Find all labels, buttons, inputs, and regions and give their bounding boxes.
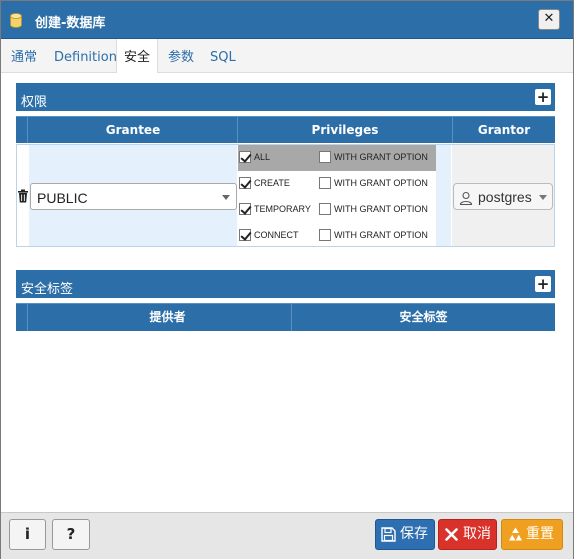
privilege-label: TEMPORARY — [254, 204, 311, 214]
chevron-down-icon — [539, 195, 547, 200]
privilege-label: CONNECT — [254, 230, 299, 240]
privileges-panel-title: 权限 — [21, 95, 48, 110]
create-database-dialog: 创建-数据库 ✕ 通常 Definition 安全 参数 SQL 权限 + Gr… — [0, 0, 574, 559]
tab-security[interactable]: 安全 — [116, 39, 158, 73]
grantee-select[interactable]: PUBLIC — [30, 183, 237, 210]
grant-option-checkbox-connect[interactable] — [319, 229, 331, 241]
grant-option-label: WITH GRANT OPTION — [334, 152, 428, 162]
dialog-title: 创建-数据库 — [35, 16, 106, 31]
grant-option-label: WITH GRANT OPTION — [334, 230, 428, 240]
grant-option-checkbox-temporary[interactable] — [319, 203, 331, 215]
privilege-checkbox-connect[interactable] — [239, 229, 251, 241]
cancel-button[interactable]: 取消 — [438, 519, 497, 550]
add-privilege-button[interactable]: + — [535, 89, 551, 105]
grantor-select[interactable]: postgres — [453, 183, 553, 210]
security-labels-panel-header: 安全标签 + — [16, 270, 555, 298]
database-icon — [10, 13, 22, 28]
cancel-label: 取消 — [463, 526, 491, 542]
privilege-checkbox-create[interactable] — [239, 177, 251, 189]
recycle-icon — [509, 527, 522, 541]
tab-definition[interactable]: Definition — [54, 39, 117, 72]
privileges-cell-edge — [436, 145, 451, 246]
column-header-security-label[interactable]: 安全标签 — [291, 304, 555, 331]
privilege-label: ALL — [254, 152, 271, 162]
user-icon — [459, 191, 473, 205]
save-button[interactable]: 保存 — [375, 519, 435, 550]
tab-general[interactable]: 通常 — [11, 39, 37, 72]
column-header-provider[interactable]: 提供者 — [27, 304, 307, 331]
tab-parameters[interactable]: 参数 — [168, 39, 194, 72]
privilege-option-temporary[interactable]: TEMPORARY WITH GRANT OPTION — [238, 197, 436, 223]
privilege-checkbox-temporary[interactable] — [239, 203, 251, 215]
info-button[interactable]: i — [9, 519, 46, 550]
tab-sql[interactable]: SQL — [210, 39, 236, 72]
privileges-grid-header: Grantee Privileges Grantor — [16, 116, 555, 143]
grant-option-label: WITH GRANT OPTION — [334, 178, 428, 188]
dialog-footer: i ? 保存 取消 重置 — [1, 512, 573, 559]
privilege-option-connect[interactable]: CONNECT WITH GRANT OPTION — [238, 223, 436, 249]
column-header-privileges[interactable]: Privileges — [237, 117, 452, 143]
privilege-label: CREATE — [254, 178, 290, 188]
save-icon — [381, 527, 396, 542]
security-labels-grid-header: 提供者 安全标签 — [16, 303, 555, 331]
close-button[interactable]: ✕ — [538, 9, 560, 30]
help-button[interactable]: ? — [52, 519, 90, 550]
grant-option-checkbox-create[interactable] — [319, 177, 331, 189]
column-header-grantee[interactable]: Grantee — [27, 117, 238, 143]
security-labels-panel-title: 安全标签 — [21, 282, 74, 297]
add-security-label-button[interactable]: + — [535, 276, 551, 292]
reset-button[interactable]: 重置 — [501, 519, 563, 550]
table-row: PUBLIC ALL WITH GRANT OPTION CREATE WITH… — [16, 144, 555, 247]
privilege-option-all[interactable]: ALL WITH GRANT OPTION — [238, 145, 436, 171]
tab-bar: 通常 Definition 安全 参数 SQL — [1, 39, 573, 73]
privileges-panel-header: 权限 + — [16, 83, 555, 111]
column-header-grantor[interactable]: Grantor — [452, 117, 555, 143]
grantor-cell: postgres — [452, 145, 554, 246]
grantor-value: postgres — [478, 189, 532, 205]
save-label: 保存 — [400, 526, 428, 542]
title-bar: 创建-数据库 ✕ — [1, 1, 573, 39]
grantee-value: PUBLIC — [37, 190, 88, 206]
grant-option-checkbox-all[interactable] — [319, 151, 331, 163]
reset-label: 重置 — [526, 526, 554, 542]
close-icon — [445, 528, 458, 541]
chevron-down-icon — [222, 195, 230, 200]
privileges-cell: ALL WITH GRANT OPTION CREATE WITH GRANT … — [238, 145, 436, 246]
trash-icon[interactable] — [17, 189, 29, 203]
grant-option-label: WITH GRANT OPTION — [334, 204, 428, 214]
privilege-option-create[interactable]: CREATE WITH GRANT OPTION — [238, 171, 436, 197]
privilege-checkbox-all[interactable] — [239, 151, 251, 163]
